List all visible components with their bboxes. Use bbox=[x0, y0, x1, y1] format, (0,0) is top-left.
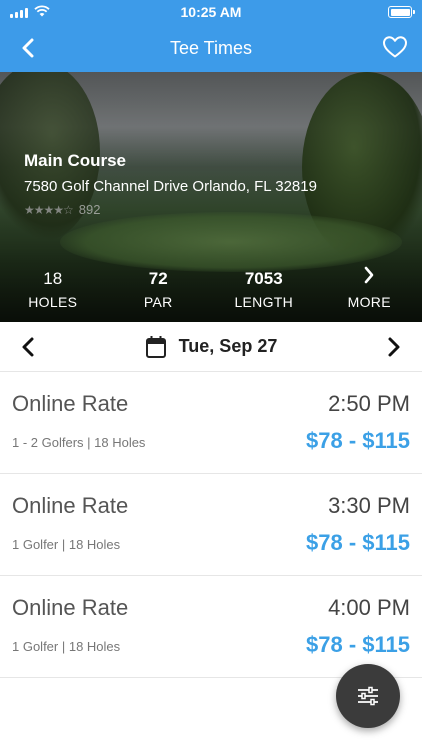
filter-button[interactable] bbox=[336, 664, 400, 728]
filter-sliders-icon bbox=[358, 686, 378, 706]
star-rating-icon: ★★★★☆ bbox=[24, 202, 74, 217]
rate-title: Online Rate bbox=[12, 493, 129, 518]
status-time: 10:25 AM bbox=[180, 4, 242, 20]
stat-more-chevron bbox=[317, 266, 422, 292]
chevron-left-icon bbox=[22, 337, 34, 357]
date-selector: Tue, Sep 27 bbox=[0, 322, 422, 372]
stat-value: 7053 bbox=[244, 269, 283, 288]
tee-time-item[interactable]: Online Rate 2:50 PM 1 - 2 Golfers | 18 H… bbox=[0, 372, 422, 474]
previous-date-button[interactable] bbox=[18, 336, 40, 358]
stat-value: 18 bbox=[43, 269, 63, 288]
tee-time-item[interactable]: Online Rate 3:30 PM 1 Golfer | 18 Holes … bbox=[0, 474, 422, 576]
stat-label: HOLES bbox=[28, 294, 78, 310]
chevron-right-icon bbox=[364, 266, 374, 284]
rate-details: 1 - 2 Golfers | 18 Holes bbox=[12, 435, 146, 450]
course-address: 7580 Golf Channel Drive Orlando, FL 3281… bbox=[24, 178, 317, 195]
favorite-button[interactable] bbox=[382, 35, 408, 61]
heart-icon bbox=[383, 36, 407, 58]
rate-details: 1 Golfer | 18 Holes bbox=[12, 639, 121, 654]
course-rating[interactable]: ★★★★☆ 892 bbox=[24, 202, 101, 217]
selected-date: Tue, Sep 27 bbox=[178, 336, 278, 356]
next-date-button[interactable] bbox=[382, 336, 404, 358]
chevron-left-icon bbox=[22, 38, 34, 58]
tee-time-item[interactable]: Online Rate 4:00 PM 1 Golfer | 18 Holes … bbox=[0, 576, 422, 678]
hero-background-fairway bbox=[60, 212, 402, 272]
rate-price: $78 - $115 bbox=[306, 428, 410, 453]
chevron-right-icon bbox=[388, 337, 400, 357]
stat-length: 7053 LENGTH bbox=[211, 266, 317, 310]
navigation-bar: Tee Times bbox=[0, 24, 422, 72]
tee-time: 2:50 PM bbox=[328, 391, 410, 416]
stat-par: 72 PAR bbox=[106, 266, 212, 310]
review-count: 892 bbox=[78, 202, 101, 217]
battery-icon bbox=[388, 6, 415, 18]
rate-price: $78 - $115 bbox=[306, 530, 410, 555]
status-bar: 10:25 AM bbox=[0, 0, 422, 24]
course-stats: 18 HOLES 72 PAR 7053 LENGTH MORE bbox=[0, 266, 422, 310]
rate-price: $78 - $115 bbox=[306, 632, 410, 657]
course-name: Main Course bbox=[24, 151, 127, 170]
rate-title: Online Rate bbox=[12, 595, 129, 620]
stat-label: LENGTH bbox=[234, 294, 294, 310]
calendar-icon bbox=[145, 335, 166, 358]
stat-value: 72 bbox=[148, 269, 168, 288]
tee-time: 4:00 PM bbox=[328, 595, 410, 620]
date-picker-button[interactable]: Tue, Sep 27 bbox=[145, 335, 278, 359]
top-bar: 10:25 AM Tee Times bbox=[0, 0, 422, 72]
tee-time: 3:30 PM bbox=[328, 493, 410, 518]
rate-title: Online Rate bbox=[12, 391, 129, 416]
course-hero: Main Course 7580 Golf Channel Drive Orla… bbox=[0, 72, 422, 322]
stat-label: MORE bbox=[347, 294, 391, 310]
rate-details: 1 Golfer | 18 Holes bbox=[12, 537, 121, 552]
tee-time-list: Online Rate 2:50 PM 1 - 2 Golfers | 18 H… bbox=[0, 372, 422, 678]
stat-more-button[interactable]: MORE bbox=[317, 266, 422, 310]
page-title: Tee Times bbox=[169, 37, 253, 58]
stat-holes: 18 HOLES bbox=[0, 266, 106, 310]
back-button[interactable] bbox=[16, 36, 40, 60]
stat-label: PAR bbox=[143, 294, 173, 310]
